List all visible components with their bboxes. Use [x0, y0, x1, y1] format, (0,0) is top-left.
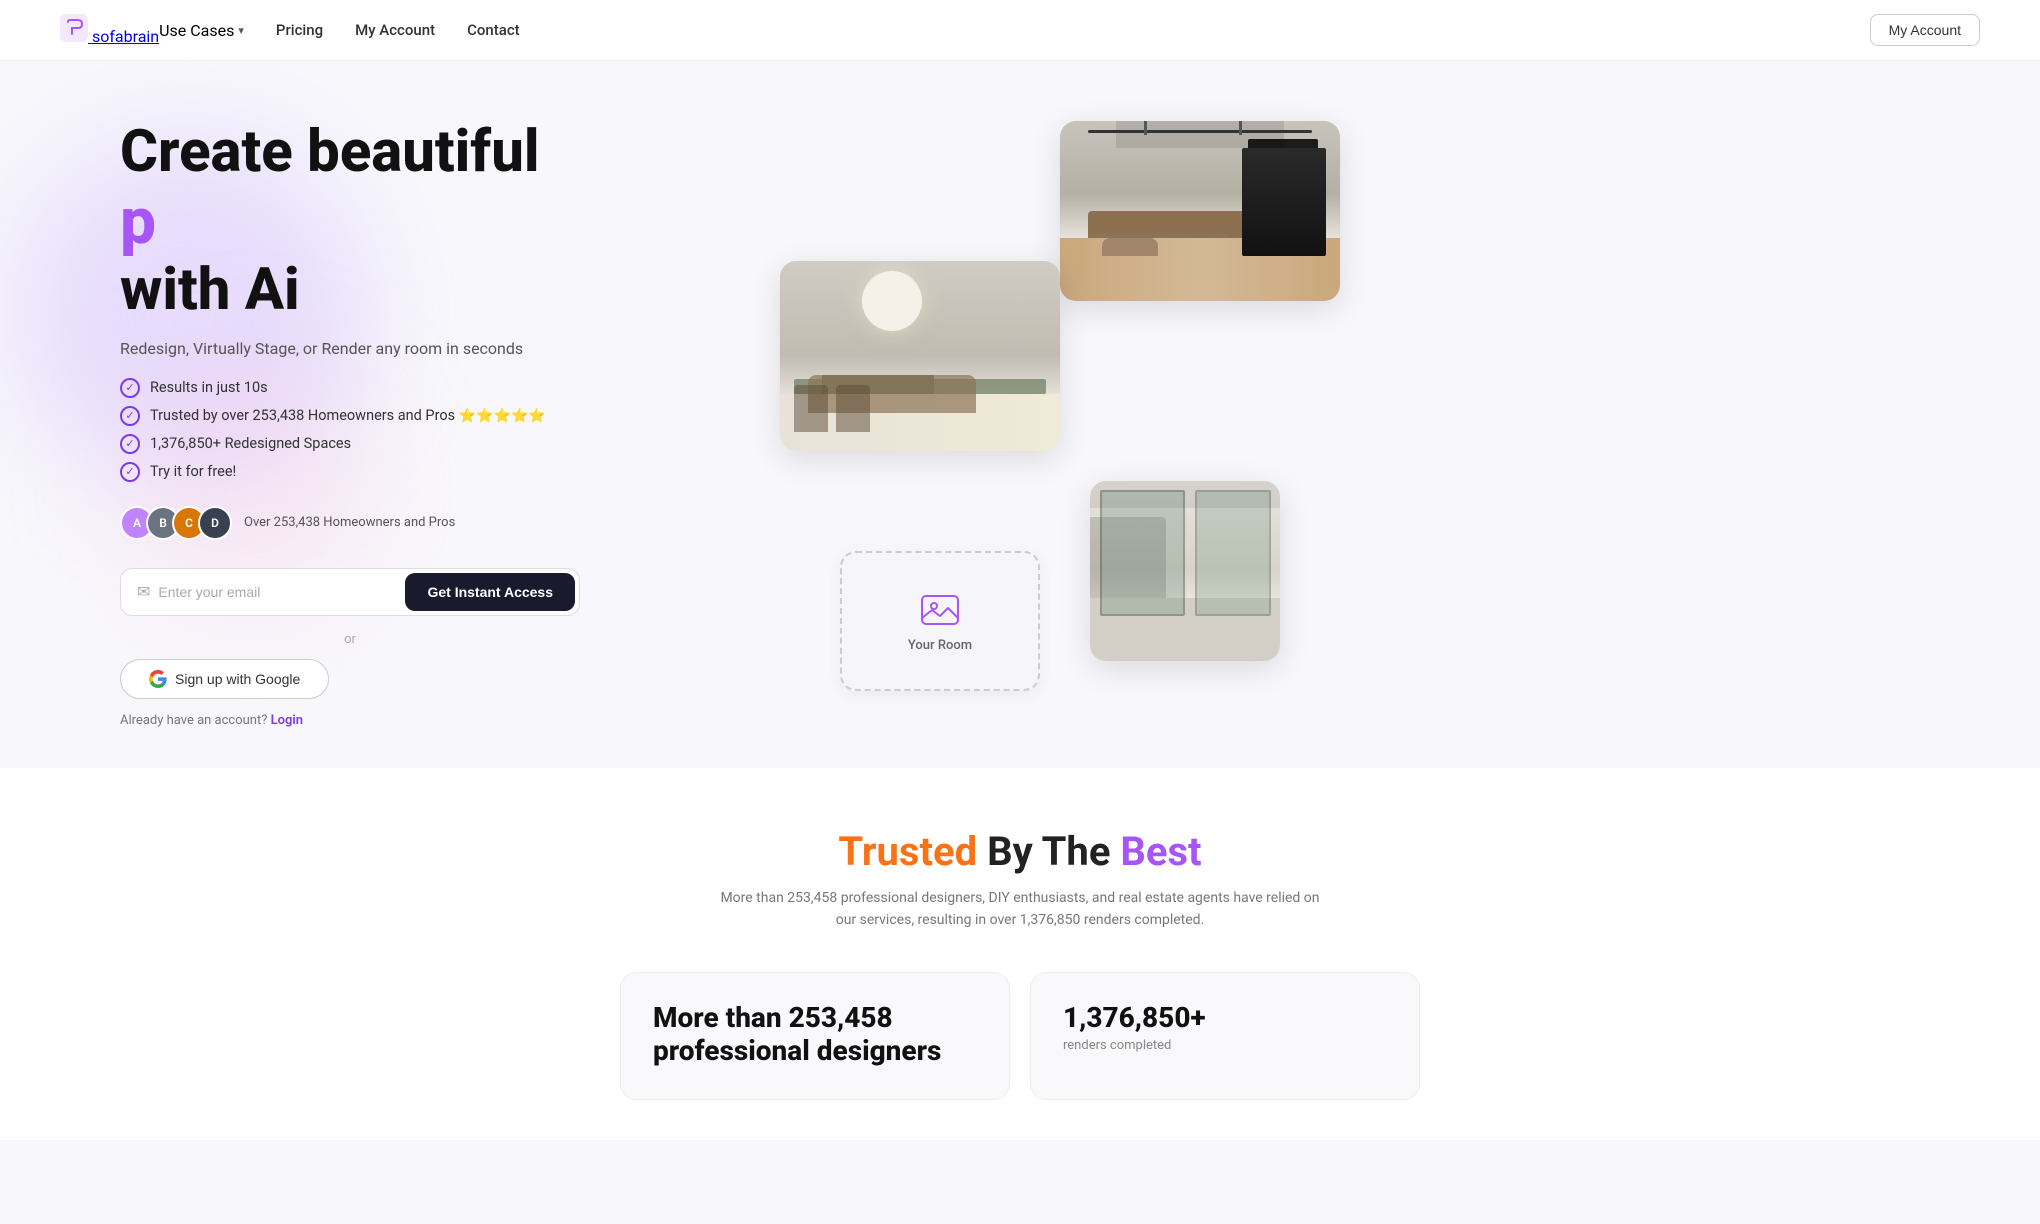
hero-images: Your Room: [780, 121, 1340, 721]
room-image-middle-left: [780, 261, 1060, 451]
feature-text-3: 1,376,850+ Redesigned Spaces: [150, 435, 351, 452]
check-icon-1: ✓: [120, 378, 140, 398]
feature-text-1: Results in just 10s: [150, 379, 268, 396]
nav-logo[interactable]: sofabrain: [60, 14, 159, 46]
room-scene-2: [780, 261, 1060, 451]
login-link[interactable]: Login: [271, 713, 303, 728]
check-icon-2: ✓: [120, 406, 140, 426]
feature-text-4: Try it for free!: [150, 463, 236, 480]
your-room-card: Your Room: [840, 551, 1040, 691]
trusted-title-part3: Best: [1120, 828, 1201, 875]
divider-or: or: [120, 632, 580, 647]
stat-card-2: 1,376,850+ renders completed: [1030, 972, 1420, 1100]
image-placeholder-icon: [920, 590, 960, 630]
trusted-title-part1: Trusted: [838, 828, 977, 875]
trusted-subtitle: More than 253,458 professional designers…: [710, 887, 1330, 932]
room-scene-3: [1090, 481, 1280, 661]
hero-section: Create beautiful p with Ai Redesign, Vir…: [0, 61, 2040, 768]
room-image-top-right: [1060, 121, 1340, 301]
your-room-label: Your Room: [908, 638, 972, 653]
feature-item-1: ✓ Results in just 10s: [120, 378, 740, 398]
social-proof-text: Over 253,438 Homeowners and Pros: [244, 515, 455, 530]
nav-links: Use Cases ▾ Pricing My Account Contact: [159, 21, 1869, 40]
hero-title-line2: with Ai: [120, 259, 740, 323]
check-icon-4: ✓: [120, 462, 140, 482]
navbar: sofabrain Use Cases ▾ Pricing My Account…: [0, 0, 2040, 61]
nav-pricing[interactable]: Pricing: [276, 21, 323, 39]
email-icon: ✉: [137, 582, 150, 601]
nav-right: My Account: [1870, 14, 1980, 46]
trusted-section: Trusted By The Best More than 253,458 pr…: [0, 768, 2040, 1140]
trusted-title-part2: By The: [987, 828, 1120, 875]
room-image-bottom-right: [1090, 481, 1280, 661]
hero-title-line1: Create beautiful: [120, 121, 740, 185]
google-signup-button[interactable]: Sign up with Google: [120, 659, 329, 699]
my-account-button[interactable]: My Account: [1870, 14, 1980, 46]
room-scene-1: [1060, 121, 1340, 301]
google-button-label: Sign up with Google: [175, 671, 300, 687]
avatar-stack: A B C D: [120, 506, 232, 540]
stars-icon: ⭐⭐⭐⭐⭐: [459, 408, 546, 424]
login-text: Already have an account? Login: [120, 713, 740, 728]
hero-features-list: ✓ Results in just 10s ✓ Trusted by over …: [120, 378, 740, 482]
feature-item-4: ✓ Try it for free!: [120, 462, 740, 482]
stat-number-1: More than 253,458 professional designers: [653, 1001, 977, 1067]
already-account-text: Already have an account?: [120, 713, 267, 728]
stat-card-1: More than 253,458 professional designers: [620, 972, 1010, 1100]
logo-text: sofabrain: [92, 27, 159, 46]
feature-text-2: Trusted by over 253,438 Homeowners and P…: [150, 407, 546, 424]
nav-my-account[interactable]: My Account: [355, 21, 435, 39]
google-icon: [149, 670, 167, 688]
stat-number-2: 1,376,850+: [1063, 1001, 1387, 1034]
check-icon-3: ✓: [120, 434, 140, 454]
chevron-down-icon: ▾: [238, 24, 244, 37]
trusted-title: Trusted By The Best: [40, 828, 2000, 875]
email-input[interactable]: [158, 584, 405, 600]
hero-letter-p: p: [120, 187, 740, 257]
hero-content: Create beautiful p with Ai Redesign, Vir…: [120, 121, 740, 728]
avatar-4: D: [198, 506, 232, 540]
logo-icon: [60, 14, 88, 42]
stat-label-2: renders completed: [1063, 1038, 1387, 1053]
trusted-stats: More than 253,458 professional designers…: [620, 972, 1420, 1100]
nav-contact[interactable]: Contact: [467, 21, 520, 39]
use-cases-label: Use Cases: [159, 21, 234, 40]
social-proof: A B C D Over 253,438 Homeowners and Pros: [120, 506, 740, 540]
feature-item-2: ✓ Trusted by over 253,438 Homeowners and…: [120, 406, 740, 426]
nav-use-cases[interactable]: Use Cases ▾: [159, 21, 244, 40]
feature-item-3: ✓ 1,376,850+ Redesigned Spaces: [120, 434, 740, 454]
get-access-button[interactable]: Get Instant Access: [405, 573, 575, 611]
hero-subtitle: Redesign, Virtually Stage, or Render any…: [120, 339, 740, 358]
email-form: ✉ Get Instant Access: [120, 568, 580, 616]
